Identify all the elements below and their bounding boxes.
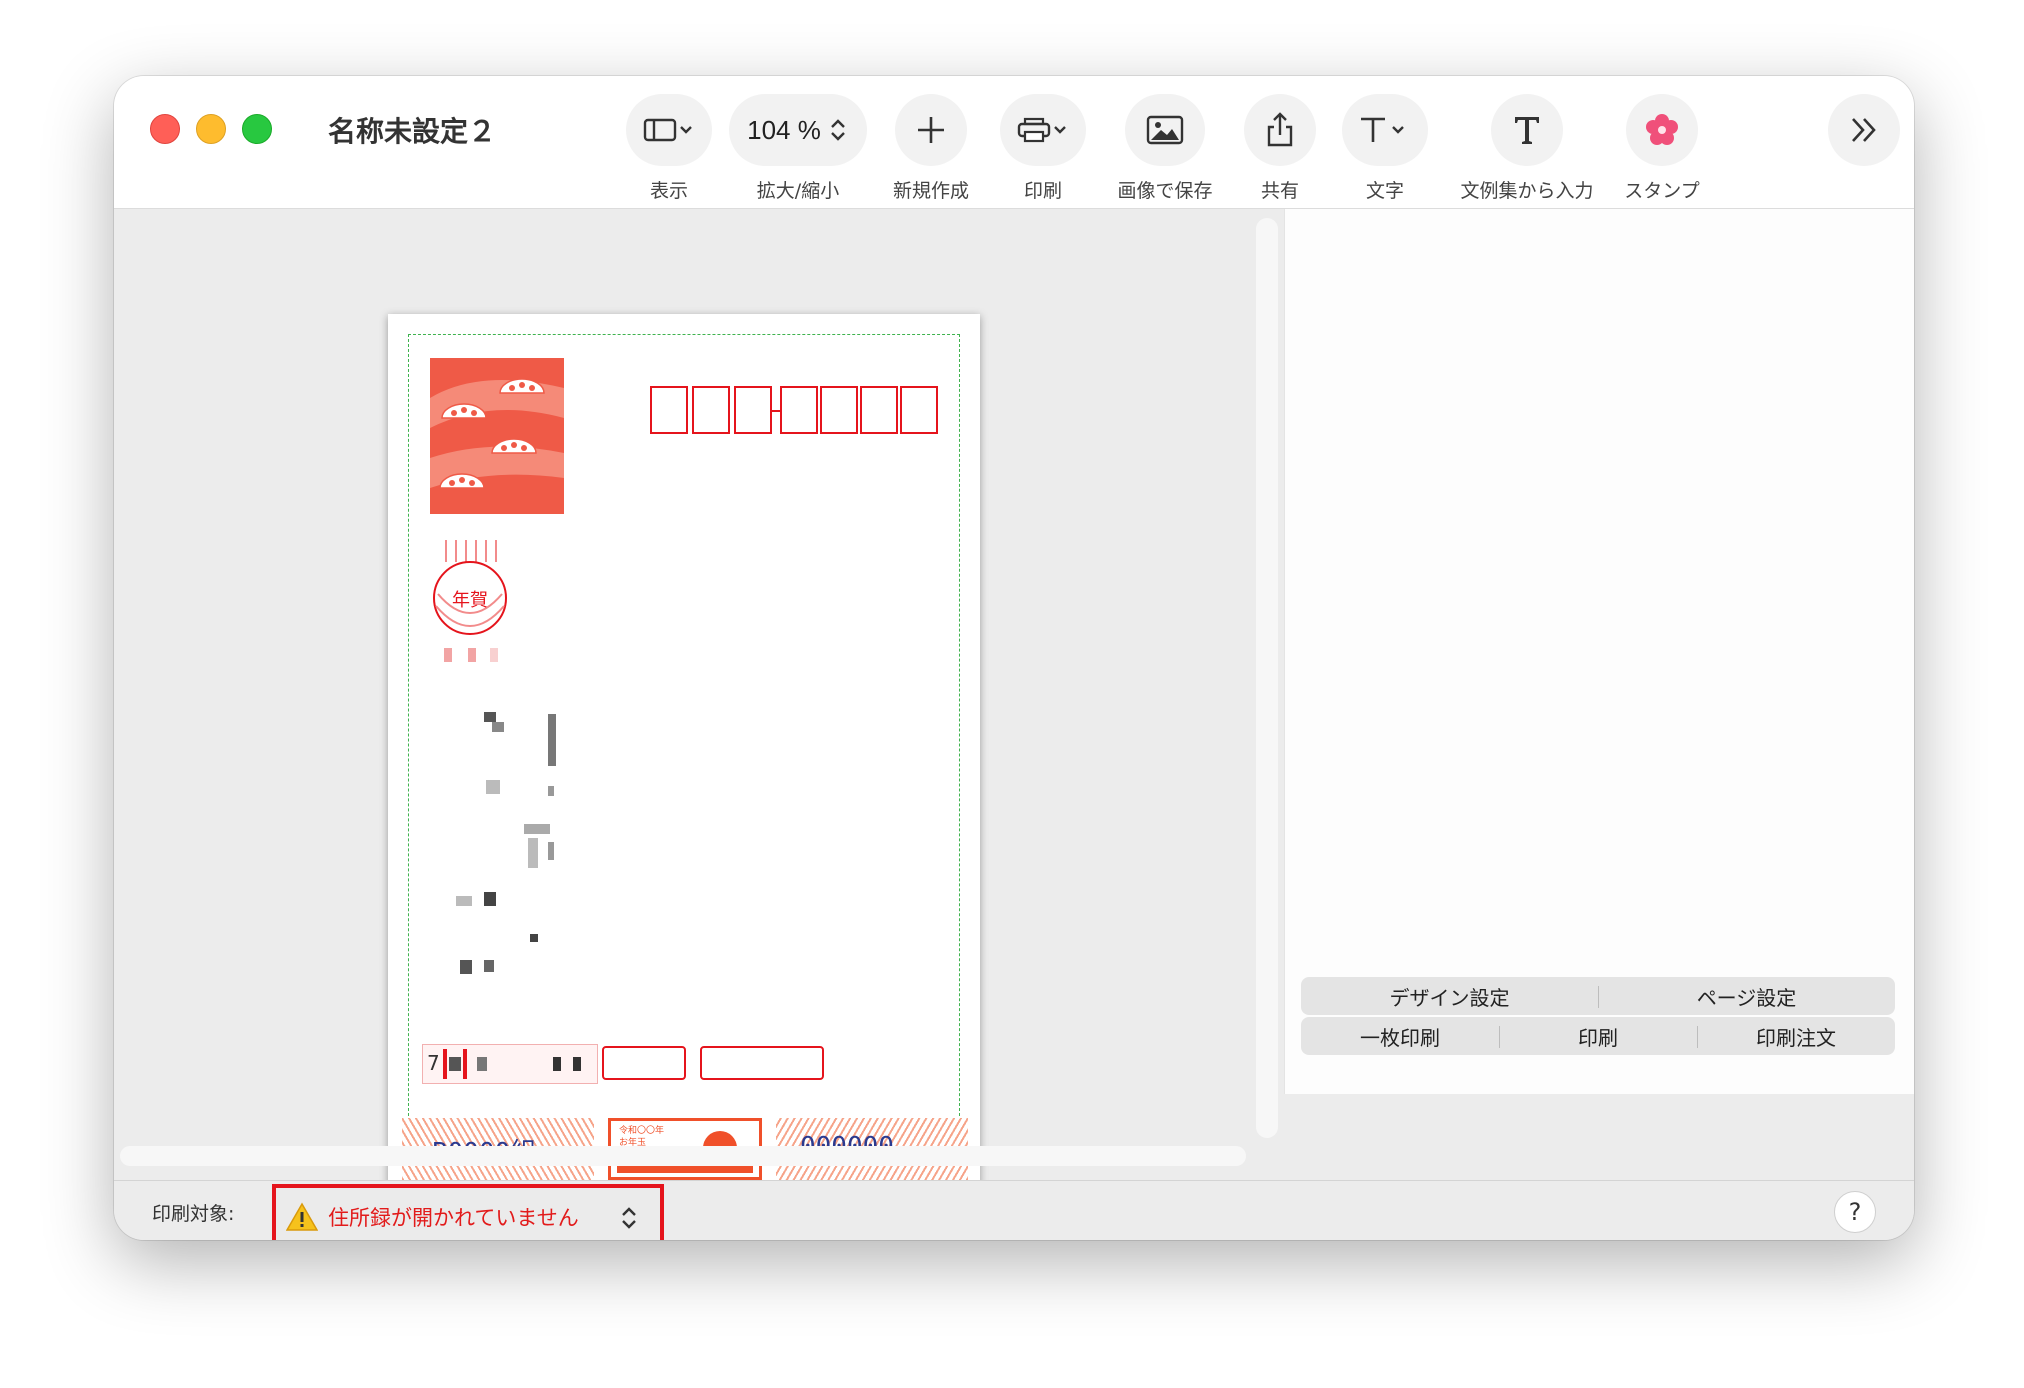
new-label: 新規作成 [892, 180, 969, 202]
mosaic-block [548, 786, 554, 796]
more-tool[interactable] [1826, 94, 1902, 166]
mosaic-block [449, 1057, 461, 1071]
chevron-double-right-icon [1852, 118, 1876, 142]
design-canvas[interactable]: 年賀 7 令和〇〇年 お年玉 [114, 209, 1254, 1186]
panel-tabs-row2: 一枚印刷 印刷 印刷注文 [1301, 1017, 1895, 1055]
mosaic-block [492, 722, 504, 732]
zoom-stepper[interactable]: 104 % [729, 94, 867, 166]
more-button[interactable] [1828, 94, 1900, 166]
mosaic-block [530, 934, 538, 942]
serif-t-icon [1515, 117, 1539, 144]
app-window: 名称未設定２ 表示 104 % 拡大/縮小 新規作成 印刷 画像で保存 共有 文… [114, 76, 1914, 1240]
sender-postal-field: 7 [422, 1044, 598, 1084]
sender-postal-mark [443, 1049, 447, 1079]
panel-tabs-row1: デザイン設定 ページ設定 [1301, 977, 1895, 1015]
nenga-postmark: 年賀 [426, 536, 512, 666]
view-button[interactable] [626, 94, 712, 166]
save-image-tool[interactable]: 画像で保存 [1110, 94, 1220, 203]
postal-code-box-1 [650, 386, 688, 434]
text-icon [1361, 117, 1404, 142]
help-button[interactable]: ? [1834, 1191, 1876, 1233]
postcard[interactable]: 年賀 7 令和〇〇年 お年玉 [388, 314, 980, 1186]
mosaic-block [477, 1057, 487, 1071]
sidebar-icon [643, 118, 692, 142]
mosaic-block [553, 1057, 561, 1071]
mosaic-block [528, 838, 538, 868]
warning-icon [286, 1202, 318, 1231]
right-panel: デザイン設定 ページ設定 一枚印刷 印刷 印刷注文 [1284, 209, 1914, 1094]
single-print-button[interactable]: 一枚印刷 [1301, 1022, 1499, 1051]
save-image-label: 画像で保存 [1117, 180, 1213, 202]
save-image-button[interactable] [1125, 94, 1205, 166]
up-down-chevron-icon [831, 119, 845, 141]
zoom-tool[interactable]: 104 % 拡大/縮小 [728, 94, 868, 203]
new-tool[interactable]: 新規作成 [886, 94, 976, 203]
mosaic-block [460, 960, 472, 974]
print-button[interactable] [1000, 94, 1086, 166]
share-button[interactable] [1244, 94, 1316, 166]
sender-postal-mark [463, 1049, 467, 1079]
print-label: 印刷 [1023, 180, 1062, 202]
stamp-label: スタンプ [1624, 180, 1700, 202]
postmark-text: 年賀 [452, 590, 488, 611]
print-tool[interactable]: 印刷 [998, 94, 1088, 203]
text-tool[interactable]: 文字 [1340, 94, 1430, 203]
minimize-window-button[interactable] [196, 114, 226, 144]
mosaic-block [548, 842, 554, 860]
vertical-scrollbar[interactable] [1256, 218, 1278, 1138]
postal-code-box-6 [860, 386, 898, 434]
printer-icon [1017, 117, 1066, 143]
zoom-window-button[interactable] [242, 114, 272, 144]
new-button[interactable] [895, 94, 967, 166]
up-down-chevron-icon [622, 1207, 636, 1229]
mosaic-block [486, 780, 500, 794]
zoom-value: 104 % [747, 114, 821, 145]
close-window-button[interactable] [150, 114, 180, 144]
sender-postal-box-3 [700, 1046, 824, 1080]
plus-icon [918, 117, 944, 143]
sample-text-button[interactable] [1491, 94, 1563, 166]
page-settings-button[interactable]: ページ設定 [1598, 982, 1895, 1011]
text-label: 文字 [1365, 180, 1404, 202]
mosaic-block [573, 1057, 581, 1071]
mosaic-block [484, 892, 496, 906]
share-label: 共有 [1260, 180, 1299, 202]
view-label: 表示 [649, 180, 688, 202]
print-target-select[interactable]: 住所録が開かれていません [272, 1184, 664, 1240]
horizontal-scrollbar[interactable] [120, 1146, 1246, 1166]
sender-postal-box-2 [602, 1046, 686, 1080]
postal-code-box-4 [780, 386, 818, 434]
sample-text-tool[interactable]: 文例集から入力 [1452, 94, 1602, 203]
mosaic-block [548, 714, 556, 766]
stamp-button[interactable] [1626, 94, 1698, 166]
toolbar: 名称未設定２ 表示 104 % 拡大/縮小 新規作成 印刷 画像で保存 共有 文… [114, 76, 1914, 209]
window-title: 名称未設定２ [328, 115, 497, 148]
share-tool[interactable]: 共有 [1240, 94, 1320, 203]
postal-code-box-5 [820, 386, 858, 434]
sample-text-label: 文例集から入力 [1460, 180, 1594, 202]
mosaic-block [524, 824, 550, 834]
mosaic-block [456, 896, 472, 906]
mosaic-block [484, 960, 494, 972]
print-order-button[interactable]: 印刷注文 [1697, 1022, 1895, 1051]
view-tool[interactable]: 表示 [624, 94, 714, 203]
print-target-value: 住所録が開かれていません [328, 1206, 579, 1230]
mosaic-block [484, 712, 496, 722]
print-button-panel[interactable]: 印刷 [1499, 1022, 1697, 1051]
share-icon [1267, 112, 1293, 147]
postal-code-box-3 [734, 386, 772, 434]
postal-code-dash [772, 410, 780, 412]
bottom-bar: 印刷対象: 住所録が開かれていません ? [114, 1180, 1914, 1240]
flower-icon [1646, 114, 1678, 145]
sender-postal-prefix: 7 [427, 1051, 440, 1075]
design-settings-button[interactable]: デザイン設定 [1301, 982, 1598, 1011]
photo-icon [1146, 115, 1184, 145]
zoom-label: 拡大/縮小 [756, 180, 840, 202]
postage-stamp [430, 358, 564, 514]
text-button[interactable] [1342, 94, 1428, 166]
stamp-tool[interactable]: スタンプ [1610, 94, 1714, 203]
print-target-label: 印刷対象: [152, 1203, 235, 1225]
postal-code-box-7 [900, 386, 938, 434]
postal-code-box-2 [692, 386, 730, 434]
